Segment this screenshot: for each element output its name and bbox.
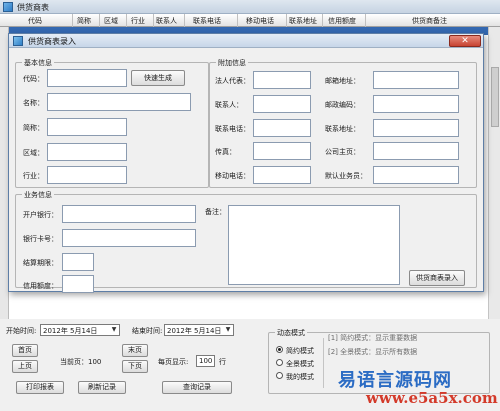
radio-full-mode[interactable] xyxy=(276,359,283,366)
next-page-button[interactable]: 下页 xyxy=(122,360,148,373)
prev-page-button[interactable]: 上页 xyxy=(12,360,38,373)
start-time-label: 开始时间: xyxy=(6,327,37,335)
name-label: 名称： xyxy=(23,99,44,107)
first-page-button[interactable]: 首页 xyxy=(12,344,38,357)
homepage-input[interactable] xyxy=(373,142,459,160)
salesman-input[interactable] xyxy=(373,166,459,184)
end-time-label: 结束时间: xyxy=(132,327,163,335)
card-number-input[interactable] xyxy=(62,229,196,247)
col-code[interactable]: 代码 xyxy=(28,16,42,26)
bank-input[interactable] xyxy=(62,205,196,223)
col-address[interactable]: 联系地址 xyxy=(289,16,317,26)
short-name-input[interactable] xyxy=(47,118,127,136)
col-mobile[interactable]: 移动电话 xyxy=(246,16,274,26)
name-input[interactable] xyxy=(47,93,191,111)
industry-input[interactable] xyxy=(47,166,127,184)
radio-simple-mode[interactable] xyxy=(276,346,283,353)
main-title-bar: 供货商表 xyxy=(0,0,500,14)
address-label: 联系地址： xyxy=(325,125,360,133)
code-input[interactable] xyxy=(47,69,127,87)
scrollbar-thumb[interactable] xyxy=(491,67,499,127)
simple-mode-label[interactable]: 简约模式 xyxy=(286,346,314,356)
settle-term-input[interactable] xyxy=(62,253,94,271)
remark-textarea[interactable] xyxy=(228,205,400,285)
zip-code-input[interactable] xyxy=(373,95,459,113)
close-button[interactable]: ✕ xyxy=(449,35,481,47)
app-icon xyxy=(3,2,13,12)
salesman-label: 默认业务员： xyxy=(325,172,367,180)
hint-full: [2] 全景模式：显示所有数据 xyxy=(328,348,418,356)
bank-label: 开户银行： xyxy=(23,211,58,219)
phone-label: 联系电话： xyxy=(215,125,250,133)
end-date-value: 2012年 5月14日 xyxy=(167,327,222,335)
dialog-title: 供货商表录入 xyxy=(28,37,76,46)
credit-limit-label: 信用额度： xyxy=(23,282,58,290)
col-industry[interactable]: 行业 xyxy=(131,16,145,26)
my-mode-label[interactable]: 我的模式 xyxy=(286,372,314,382)
contact-label: 联系人： xyxy=(215,101,243,109)
hint-simple: [1] 简约模式：显示重要数据 xyxy=(328,334,418,342)
print-report-button[interactable]: 打印报表 xyxy=(16,381,64,394)
col-credit[interactable]: 信用额度 xyxy=(328,16,356,26)
per-page-unit: 行 xyxy=(219,358,226,366)
col-phone[interactable]: 联系电话 xyxy=(193,16,221,26)
query-button[interactable]: 查询记录 xyxy=(162,381,232,394)
card-number-label: 银行卡号： xyxy=(23,235,58,243)
col-region[interactable]: 区域 xyxy=(104,16,118,26)
region-input[interactable] xyxy=(47,143,127,161)
chevron-down-icon[interactable]: ▼ xyxy=(110,326,118,334)
address-input[interactable] xyxy=(373,119,459,137)
basic-info-title: 基本信息 xyxy=(22,58,54,68)
watermark-url: www.e5a5x.com xyxy=(366,389,498,407)
mode-title: 动态模式 xyxy=(275,328,307,338)
mode-divider xyxy=(323,338,324,388)
dialog-title-bar[interactable]: 供货商表录入 ✕ xyxy=(9,34,483,48)
refresh-button[interactable]: 刷新记录 xyxy=(78,381,126,394)
supplier-entry-dialog: 供货商表录入 ✕ 基本信息 代码： 快速生成 名称： 简称： 区域： 行业： 附… xyxy=(8,33,484,293)
postal-address-input[interactable] xyxy=(373,71,459,89)
last-page-button[interactable]: 末页 xyxy=(122,344,148,357)
watermark-logo: 易语言源码网 www.e5a5x.com xyxy=(338,366,498,410)
mobile-label: 移动电话： xyxy=(215,172,250,180)
vertical-scrollbar[interactable] xyxy=(488,27,500,319)
industry-label: 行业： xyxy=(23,172,44,180)
quick-generate-button[interactable]: 快速生成 xyxy=(131,70,185,86)
dialog-icon xyxy=(13,36,23,46)
end-date-picker[interactable]: 2012年 5月14日 ▼ xyxy=(164,324,234,336)
fax-input[interactable] xyxy=(253,142,311,160)
grid-header: 代码 简称 区域 行业 联系人 联系电话 移动电话 联系地址 信用额度 供货商备… xyxy=(0,14,500,27)
col-remark[interactable]: 供货商备注 xyxy=(412,16,447,26)
code-label: 代码： xyxy=(23,75,44,83)
extra-info-title: 附加信息 xyxy=(216,58,248,68)
start-date-picker[interactable]: 2012年 5月14日 ▼ xyxy=(40,324,120,336)
homepage-label: 公司主页： xyxy=(325,148,360,156)
region-label: 区域： xyxy=(23,149,44,157)
settle-term-label: 结算期限： xyxy=(23,259,58,267)
full-mode-label[interactable]: 全景模式 xyxy=(286,359,314,369)
col-contact[interactable]: 联系人 xyxy=(156,16,177,26)
col-short[interactable]: 简称 xyxy=(77,16,91,26)
per-page-label: 每页显示: xyxy=(158,358,189,366)
legal-rep-label: 法人代表： xyxy=(215,77,250,85)
legal-rep-input[interactable] xyxy=(253,71,311,89)
mobile-input[interactable] xyxy=(253,166,311,184)
current-page-label: 当前页：100 xyxy=(60,358,102,366)
submit-supplier-button[interactable]: 供货商表录入 xyxy=(409,270,465,286)
main-title: 供货商表 xyxy=(17,3,49,12)
chevron-down-icon[interactable]: ▼ xyxy=(224,326,232,334)
zip-code-label: 邮政编码： xyxy=(325,101,360,109)
fax-label: 传真： xyxy=(215,148,236,156)
short-name-label: 简称： xyxy=(23,124,44,132)
phone-input[interactable] xyxy=(253,119,311,137)
business-info-title: 业务信息 xyxy=(22,190,54,200)
radio-my-mode[interactable] xyxy=(276,372,283,379)
per-page-input[interactable]: 100 xyxy=(196,355,215,367)
remark-label: 备注： xyxy=(205,208,226,216)
credit-limit-input[interactable] xyxy=(62,275,94,293)
start-date-value: 2012年 5月14日 xyxy=(43,327,98,335)
postal-address-label: 邮箱地址： xyxy=(325,77,360,85)
contact-input[interactable] xyxy=(253,95,311,113)
